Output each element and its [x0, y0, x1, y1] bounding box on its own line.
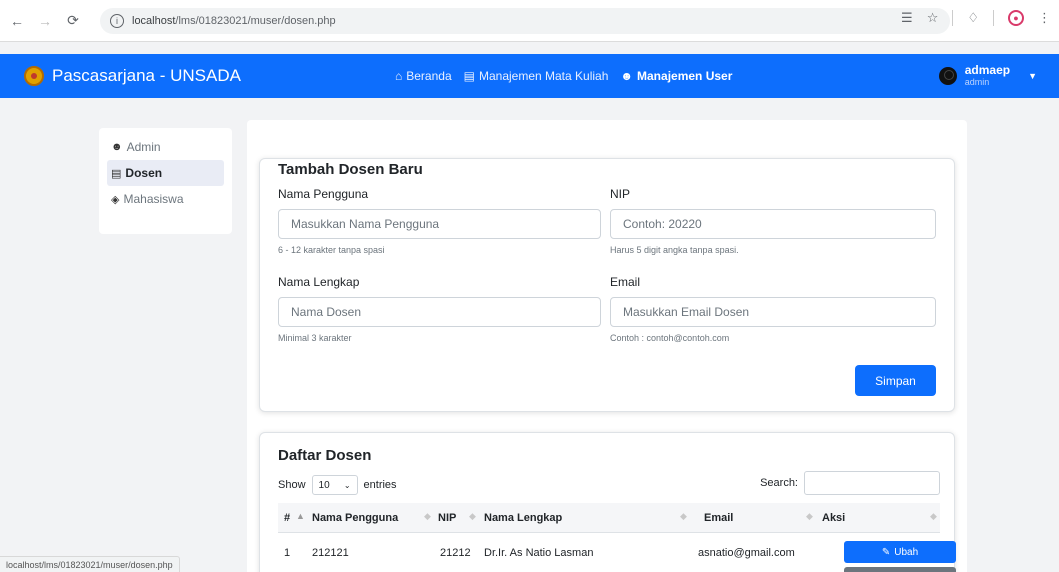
- email-label: Email: [610, 275, 641, 289]
- nav-beranda[interactable]: ⌂ Beranda: [395, 69, 452, 83]
- fullname-hint: Minimal 3 karakter: [278, 333, 352, 343]
- nip-label: NIP: [610, 187, 631, 201]
- email-hint: Contoh : contoh@contoh.com: [610, 333, 730, 343]
- search-input[interactable]: [804, 471, 940, 495]
- site-info-icon[interactable]: i: [110, 14, 124, 28]
- nav-label: Manajemen Mata Kuliah: [478, 69, 609, 83]
- main-nav: ⌂ Beranda ▤ Manajemen Mata Kuliah ☻ Mana…: [395, 69, 732, 83]
- fullname-input[interactable]: Nama Dosen: [278, 297, 601, 327]
- add-dosen-card: Tambah Dosen Baru Nama Pengguna Masukkan…: [259, 158, 955, 412]
- nip-input[interactable]: Contoh: 20220: [610, 209, 936, 239]
- save-button[interactable]: Simpan: [855, 365, 936, 396]
- divider: [993, 10, 994, 26]
- col-header-fullname[interactable]: Nama Lengkap: [484, 512, 562, 524]
- divider: [952, 10, 954, 26]
- search-label: Search:: [760, 477, 798, 489]
- forward-icon[interactable]: →: [34, 10, 56, 32]
- show-label: Show: [278, 479, 306, 491]
- sort-icon: ◆: [930, 511, 937, 521]
- dosen-list-card: Daftar Dosen Show 10 ⌄ entries Search: #…: [259, 432, 956, 572]
- address-bar[interactable]: i localhost/lms/01823021/muser/dosen.php: [100, 8, 950, 34]
- reload-icon[interactable]: ⟳: [62, 10, 84, 32]
- edit-label: Ubah: [894, 546, 919, 558]
- page-size-control: Show 10 ⌄ entries: [278, 475, 397, 495]
- users-icon: ☻: [620, 69, 634, 83]
- sidebar-item-label: Admin: [126, 140, 161, 154]
- users-icon: ☻: [111, 141, 123, 153]
- delete-button[interactable]: [844, 567, 956, 572]
- form-title: Tambah Dosen Baru: [278, 161, 423, 178]
- cell-username: 212121: [312, 547, 349, 559]
- avatar: [938, 66, 957, 85]
- sidebar-item-dosen[interactable]: ▤ Dosen: [107, 160, 224, 186]
- browser-actions: ☰ ☆ ♢ ● ⋮: [901, 10, 1051, 26]
- fullname-label: Nama Lengkap: [278, 275, 360, 289]
- translate-icon[interactable]: ☰: [901, 10, 913, 26]
- table-search: Search:: [760, 471, 940, 495]
- username-label: Nama Pengguna: [278, 187, 369, 201]
- col-header-no[interactable]: #: [284, 512, 290, 524]
- nip-hint: Harus 5 digit angka tanpa spasi.: [610, 245, 739, 255]
- cell-nip: 21212: [440, 547, 471, 559]
- page-size-value: 10: [318, 479, 330, 491]
- url-path: /lms/01823021/muser/dosen.php: [175, 15, 336, 27]
- nav-manajemen-mata-kuliah[interactable]: ▤ Manajemen Mata Kuliah: [464, 69, 609, 83]
- col-header-nip[interactable]: NIP: [438, 512, 456, 524]
- user-text: admaep admin: [965, 64, 1010, 87]
- nav-manajemen-user[interactable]: ☻ Manajemen User: [620, 69, 732, 83]
- entries-label: entries: [363, 479, 397, 491]
- username-hint: 6 - 12 karakter tanpa spasi: [278, 245, 385, 255]
- browser-toolbar: ← → ⟳ i localhost/lms/01823021/muser/dos…: [0, 0, 1059, 42]
- sort-icon: ◆: [806, 511, 813, 521]
- chevron-down-icon: ⌄: [343, 480, 351, 490]
- unsada-logo-icon: [24, 66, 44, 86]
- app-navbar: Pascasarjana - UNSADA ⌂ Beranda ▤ Manaje…: [0, 54, 1059, 98]
- back-icon[interactable]: ←: [6, 10, 28, 32]
- table-header: # ▲ Nama Pengguna ◆ NIP ◆ Nama Lengkap ◆…: [278, 503, 940, 533]
- nav-label: Manajemen User: [637, 69, 733, 83]
- brand[interactable]: Pascasarjana - UNSADA: [24, 66, 241, 86]
- sidebar-item-mahasiswa[interactable]: ◈ Mahasiswa: [107, 186, 224, 212]
- extensions-icon[interactable]: ♢: [967, 10, 979, 26]
- user-role: admin: [964, 76, 990, 87]
- table-icon: ▤: [463, 69, 475, 83]
- username-input[interactable]: Masukkan Nama Pengguna: [278, 209, 601, 239]
- table-title: Daftar Dosen: [278, 447, 372, 464]
- home-icon: ⌂: [395, 69, 403, 83]
- cell-email: asnatio@gmail.com: [698, 547, 795, 559]
- menu-kebab-icon[interactable]: ⋮: [1038, 10, 1051, 26]
- bookmark-star-icon[interactable]: ☆: [927, 10, 939, 26]
- user-menu[interactable]: admaep admin ▼: [938, 64, 1037, 87]
- sort-icon: ▲: [296, 511, 305, 521]
- user-name: admaep: [964, 63, 1011, 78]
- cell-no: 1: [284, 547, 291, 559]
- url-host: localhost: [132, 15, 176, 27]
- edit-icon: ✎: [881, 546, 891, 558]
- browser-status-bar: localhost/lms/01823021/muser/dosen.php: [0, 556, 180, 572]
- nav-label: Beranda: [406, 69, 452, 83]
- table-row: 1 212121 21212 Dr.Ir. As Natio Lasman as…: [278, 533, 956, 572]
- graduation-cap-icon: ◈: [111, 193, 120, 206]
- chevron-down-icon: ▼: [1028, 70, 1037, 81]
- cell-fullname: Dr.Ir. As Natio Lasman: [484, 547, 594, 559]
- page-size-select[interactable]: 10 ⌄: [311, 475, 358, 495]
- edit-button[interactable]: ✎ Ubah: [844, 541, 956, 563]
- table-icon: ▤: [111, 167, 122, 180]
- sidebar-item-label: Dosen: [125, 166, 163, 180]
- sidebar-item-admin[interactable]: ☻ Admin: [107, 134, 224, 160]
- sidebar: ☻ Admin ▤ Dosen ◈ Mahasiswa: [99, 128, 232, 234]
- sort-icon: ◆: [680, 511, 687, 521]
- sidebar-item-label: Mahasiswa: [123, 192, 184, 206]
- sort-icon: ◆: [469, 511, 476, 521]
- col-header-aksi[interactable]: Aksi: [822, 512, 845, 524]
- brand-name: Pascasarjana - UNSADA: [52, 66, 241, 85]
- col-header-email[interactable]: Email: [704, 512, 733, 524]
- profile-icon[interactable]: ●: [1008, 10, 1024, 26]
- email-input[interactable]: Masukkan Email Dosen: [610, 297, 936, 327]
- sort-icon: ◆: [424, 511, 431, 521]
- col-header-username[interactable]: Nama Pengguna: [312, 512, 398, 524]
